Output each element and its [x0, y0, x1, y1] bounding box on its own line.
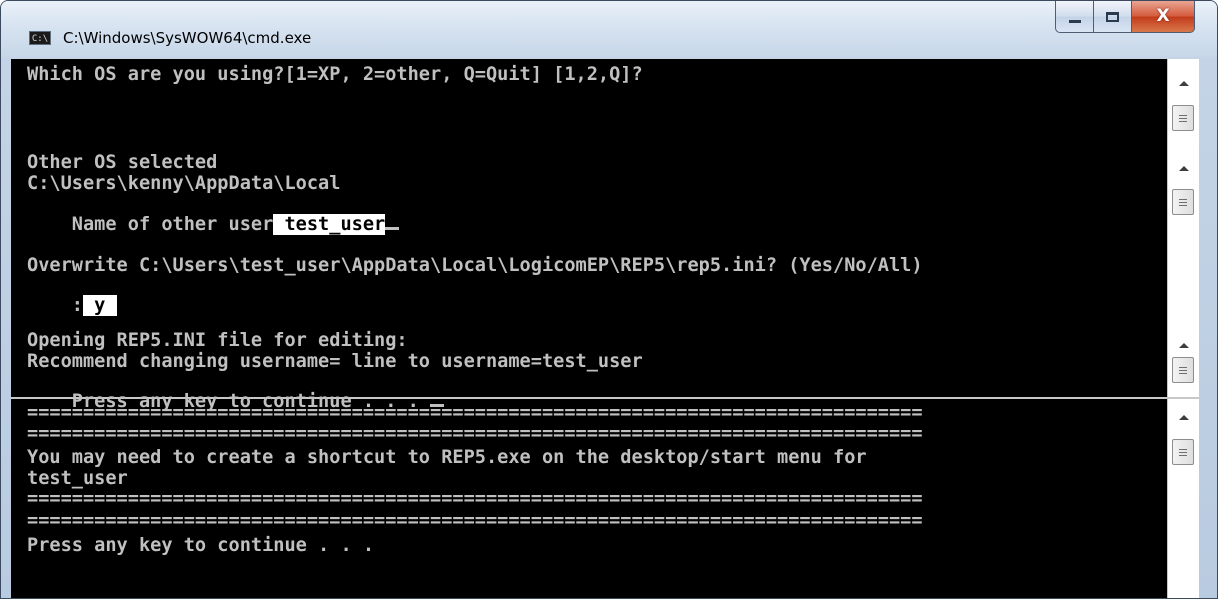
console-line: Opening REP5.INI file for editing:	[27, 330, 408, 351]
window-title: C:\Windows\SysWOW64\cmd.exe	[63, 29, 312, 47]
console-line: You may need to create a shortcut to REP…	[27, 447, 867, 468]
scroll-thumb[interactable]	[1172, 439, 1194, 465]
separator-line: ========================================…	[27, 488, 923, 509]
scroll-thumb-grip-icon	[1179, 449, 1187, 450]
separator-line: ========================================…	[27, 510, 923, 531]
username-input[interactable]: test_user	[273, 214, 386, 235]
scroll-up-arrow-icon[interactable]	[1179, 81, 1189, 86]
console-line: Name of other user test_user	[27, 196, 400, 253]
scroll-thumb-grip-icon	[1179, 199, 1187, 200]
scroll-thumb-grip-line	[1179, 373, 1187, 374]
close-icon: X	[1156, 6, 1170, 26]
vertical-scrollbar[interactable]	[1167, 59, 1199, 598]
console-prompt-text: Name of other user	[71, 214, 274, 235]
console-line: C:\Users\kenny\AppData\Local	[27, 173, 341, 194]
close-button[interactable]: X	[1131, 1, 1195, 33]
overwrite-input[interactable]: y	[82, 295, 117, 316]
scroll-thumb[interactable]	[1172, 189, 1194, 215]
title-bar[interactable]: C:\ C:\Windows\SysWOW64\cmd.exe X	[1, 1, 1217, 57]
scroll-thumb[interactable]	[1172, 105, 1194, 131]
console-line: Overwrite C:\Users\test_user\AppData\Loc…	[27, 255, 923, 276]
scroll-thumb-grip-icon	[1179, 367, 1187, 368]
console-line: Which OS are you using?[1=XP, 2=other, Q…	[27, 64, 643, 85]
scroll-thumb-grip-line	[1179, 452, 1187, 453]
cmd-app-icon[interactable]: C:\	[29, 31, 51, 45]
scroll-thumb-grip-line	[1179, 118, 1187, 119]
maximize-button[interactable]	[1093, 1, 1131, 33]
scroll-up-arrow-icon[interactable]	[1179, 343, 1189, 348]
separator-line: ========================================…	[27, 402, 923, 423]
scroll-thumb-grip-line	[1179, 370, 1187, 371]
caption-buttons: X	[1055, 1, 1195, 33]
console-line: Recommend changing username= line to use…	[27, 351, 643, 372]
scroll-thumb-grip-line	[1179, 205, 1187, 206]
scroll-up-arrow-icon[interactable]	[1179, 166, 1189, 171]
minimize-button[interactable]	[1055, 1, 1093, 33]
console-prompt-text: :	[71, 295, 83, 316]
minimize-icon	[1068, 20, 1081, 23]
text-cursor	[385, 227, 400, 230]
console-line: test_user	[27, 468, 128, 489]
scroll-thumb-grip-icon	[1179, 115, 1187, 116]
maximize-icon	[1106, 11, 1119, 22]
scroll-thumb-grip-line	[1179, 455, 1187, 456]
scroll-thumb[interactable]	[1172, 357, 1194, 383]
scroll-thumb-grip-line	[1179, 202, 1187, 203]
scroll-up-arrow-icon[interactable]	[1179, 415, 1189, 420]
cmd-window: C:\ C:\Windows\SysWOW64\cmd.exe X Which …	[0, 0, 1218, 599]
separator-line: ========================================…	[27, 423, 923, 444]
scroll-thumb-grip-line	[1179, 121, 1187, 122]
console-line: Other OS selected	[27, 152, 218, 173]
console-line: : y	[27, 277, 117, 334]
console-line: Press any key to continue . . .	[27, 535, 375, 556]
